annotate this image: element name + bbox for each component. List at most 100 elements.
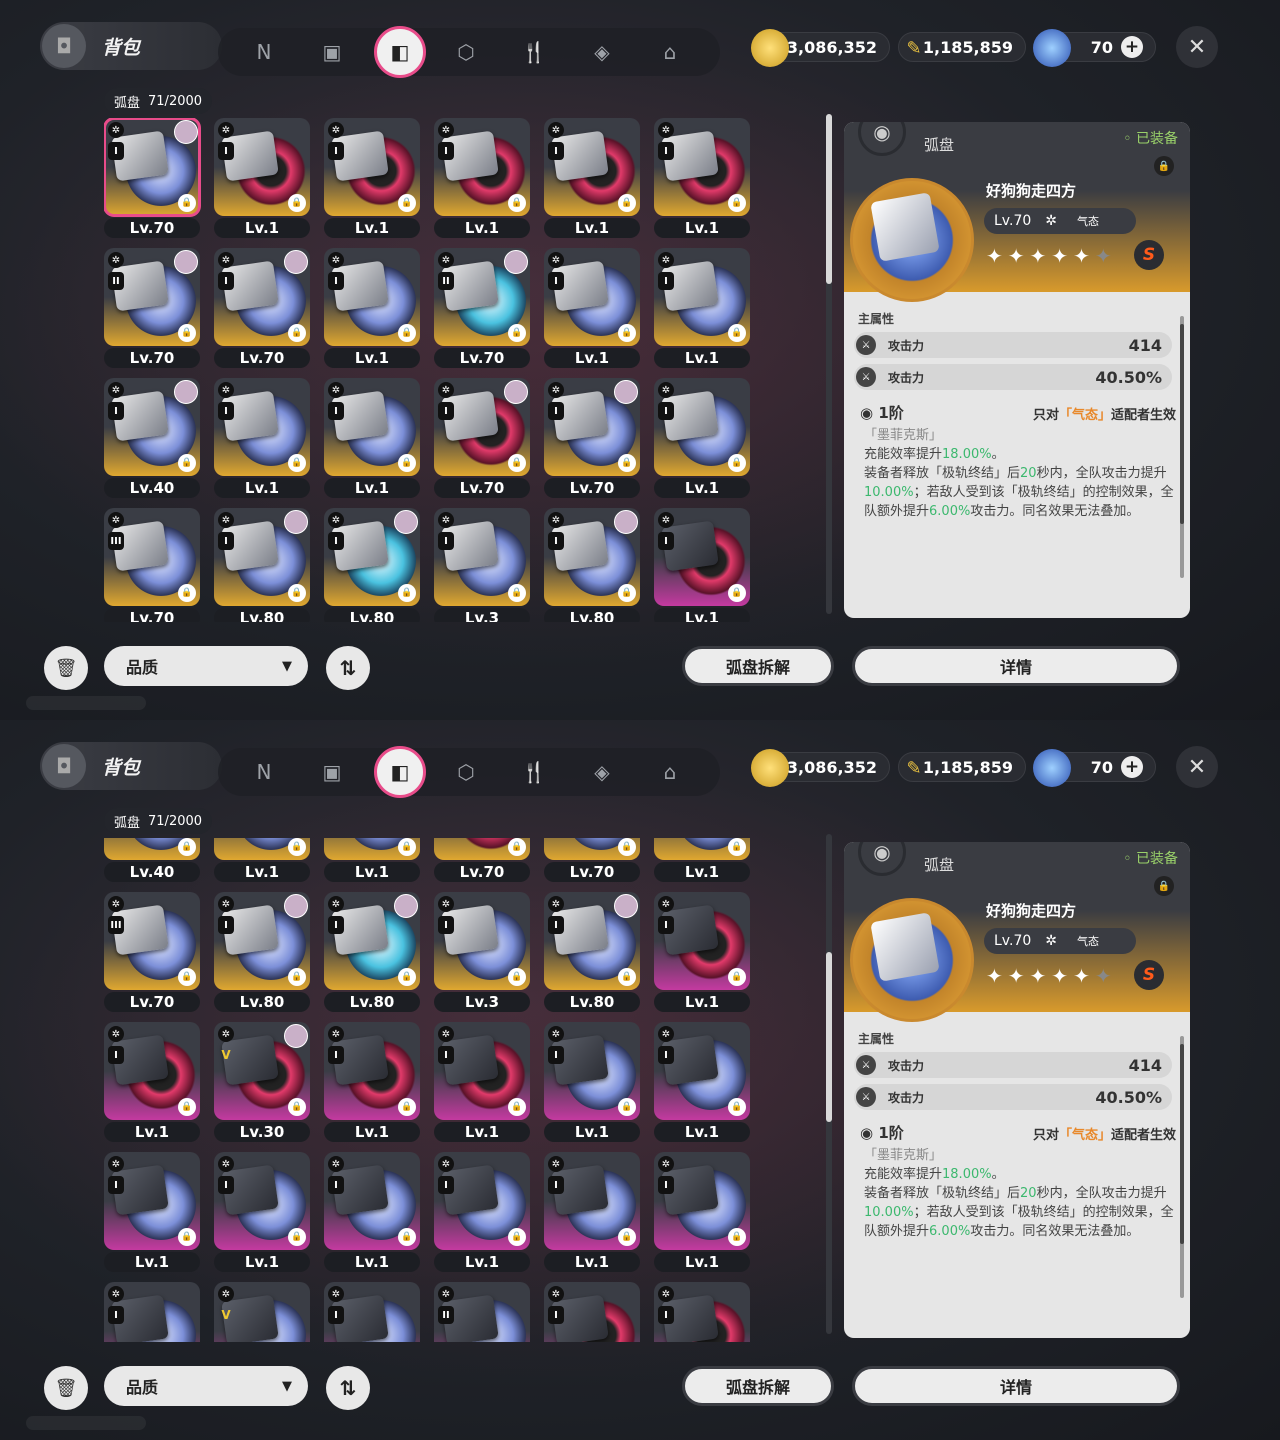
disc-item[interactable]: ✲V🔒	[214, 1282, 310, 1342]
dismantle-button[interactable]: 弧盘拆解	[682, 1366, 834, 1406]
disc-item[interactable]: ✲I🔒Lv.1	[214, 1152, 310, 1272]
disc-item[interactable]: ✲I🔒Lv.1	[654, 508, 750, 622]
disc-item[interactable]: ✲I🔒	[654, 1282, 750, 1342]
tier-note: 只对「气态」适配者生效	[1033, 1124, 1176, 1143]
grid-scrollbar-thumb[interactable]	[826, 952, 832, 1122]
disc-item[interactable]: ✲I🔒Lv.1	[654, 1152, 750, 1272]
tab-disc-icon[interactable]: ◧	[374, 26, 426, 78]
disc-level: Lv.1	[654, 1252, 750, 1272]
sort-dropdown[interactable]: 品质 ▼	[104, 646, 308, 686]
detail-scrollbar[interactable]	[1180, 316, 1184, 578]
disc-item[interactable]: ✲I🔒Lv.1	[654, 378, 750, 498]
tab-device-icon[interactable]: ▣	[312, 752, 352, 792]
disc-item[interactable]: ✲I🔒Lv.1	[324, 1152, 420, 1272]
disc-item[interactable]: ✲ I 🔒 Lv.3	[434, 892, 530, 1012]
details-button[interactable]: 详情	[852, 646, 1180, 686]
tab-device-icon[interactable]: ▣	[312, 32, 352, 72]
tab-item-icon[interactable]: ◈	[582, 752, 622, 792]
tab-home-icon[interactable]: ⌂	[650, 752, 690, 792]
disc-item[interactable]: ✲I🔒Lv.1	[434, 1152, 530, 1272]
disc-item[interactable]: ✲I🔒Lv.1	[324, 378, 420, 498]
grid-scrollbar[interactable]	[826, 114, 832, 614]
lock-toggle-icon[interactable]: 🔒	[1154, 876, 1174, 896]
lock-toggle-icon[interactable]: 🔒	[1154, 156, 1174, 176]
trash-button[interactable]: 🗑	[44, 1366, 88, 1410]
disc-item[interactable]: ✲I🔒Lv.1	[434, 118, 530, 238]
disc-item[interactable]: ✲ II 🔒 Lv.70	[434, 248, 530, 368]
grid-scrollbar[interactable]	[826, 834, 832, 1334]
ticket-currency: ✎ 1,185,859	[898, 752, 1026, 782]
tier-note-type: 「气态」	[1058, 408, 1111, 423]
disc-item[interactable]: ✲I🔒Lv.1	[654, 118, 750, 238]
disc-item[interactable]: ✲ I 🔒 Lv.3	[434, 508, 530, 622]
dismantle-button[interactable]: 弧盘拆解	[682, 646, 834, 686]
sort-order-button[interactable]: ⇅	[326, 646, 370, 690]
disc-item[interactable]: ✲I🔒Lv.70	[104, 118, 201, 238]
disc-item[interactable]: ✲I🔒Lv.1	[324, 118, 420, 238]
effect-line-2: 装备者释放「极轨终结」后20秒内，全队攻击力提升10.00%；若敌人受到该「极轨…	[864, 464, 1174, 521]
disc-item[interactable]: ✲I🔒	[544, 1282, 640, 1342]
tab-home-icon[interactable]: ⌂	[650, 32, 690, 72]
tab-cube-icon[interactable]: ⬡	[446, 752, 486, 792]
disc-item[interactable]: ✲ V 🔒 Lv.30	[214, 1022, 310, 1142]
disc-item[interactable]: ✲ III 🔒 Lv.70	[104, 508, 200, 622]
close-button[interactable]: ✕	[1176, 26, 1218, 68]
disc-item[interactable]: ✲ I 🔒 Lv.80	[214, 508, 310, 622]
disc-item[interactable]: ✲I🔒Lv.1	[214, 838, 310, 882]
disc-item[interactable]: ✲I🔒Lv.1	[544, 118, 640, 238]
disc-item[interactable]: ✲I🔒Lv.1	[544, 1152, 640, 1272]
disc-item[interactable]: ✲I🔒Lv.1	[214, 378, 310, 498]
disc-item[interactable]: ✲I🔒Lv.1	[104, 1022, 200, 1142]
disc-item[interactable]: ✲ I 🔒 Lv.80	[214, 892, 310, 1012]
disc-item[interactable]: ✲I🔒Lv.1	[324, 248, 420, 368]
tab-disc-icon[interactable]: ◧	[374, 746, 426, 798]
disc-item[interactable]: ✲I🔒Lv.1	[324, 1022, 420, 1142]
tab-item-icon[interactable]: ◈	[582, 32, 622, 72]
disc-item[interactable]: ✲II🔒	[434, 1282, 530, 1342]
disc-item[interactable]: ✲I🔒Lv.1	[654, 892, 750, 1012]
disc-item[interactable]: ✲I🔒Lv.40	[104, 838, 200, 882]
disc-item[interactable]: ✲I🔒Lv.1	[654, 1022, 750, 1142]
close-button[interactable]: ✕	[1176, 746, 1218, 788]
detail-scrollbar[interactable]	[1180, 1036, 1184, 1298]
star-icon: ✦	[1051, 964, 1074, 988]
trash-button[interactable]: 🗑	[44, 646, 88, 690]
disc-level: Lv.70	[434, 478, 530, 498]
disc-item[interactable]: ✲I🔒Lv.1	[544, 248, 640, 368]
effect-line-1: 充能效率提升18.00%。	[864, 445, 1174, 464]
disc-item[interactable]: ✲I🔒Lv.70	[214, 248, 310, 368]
details-button[interactable]: 详情	[852, 1366, 1180, 1406]
grid-scrollbar-thumb[interactable]	[826, 114, 832, 284]
sort-order-button[interactable]: ⇅	[326, 1366, 370, 1410]
disc-item[interactable]: ✲ I 🔒 Lv.80	[544, 508, 640, 622]
disc-item[interactable]: ✲I🔒Lv.70	[434, 378, 530, 498]
disc-item[interactable]: ✲I🔒Lv.1	[214, 118, 310, 238]
disc-item[interactable]: ✲I🔒Lv.70	[544, 378, 640, 498]
tab-drive-icon[interactable]: N	[244, 32, 284, 72]
disc-item[interactable]: ✲I🔒Lv.1	[324, 838, 420, 882]
sort-dropdown[interactable]: 品质 ▼	[104, 1366, 308, 1406]
disc-item[interactable]: ✲ I 🔒 Lv.80	[544, 892, 640, 1012]
disc-item[interactable]: ✲ III 🔒 Lv.70	[104, 892, 200, 1012]
disc-item[interactable]: ✲I🔒Lv.1	[544, 1022, 640, 1142]
disc-item[interactable]: ✲I🔒Lv.70	[434, 838, 530, 882]
disc-item[interactable]: ✲I🔒	[104, 1282, 200, 1342]
disc-item[interactable]: ✲ I 🔒 Lv.80	[324, 508, 420, 622]
disc-item[interactable]: ✲ I 🔒 Lv.80	[324, 892, 420, 1012]
disc-item[interactable]: ✲I🔒Lv.1	[654, 838, 750, 882]
tab-food-icon[interactable]: 🍴	[514, 752, 554, 792]
lock-icon: 🔒	[618, 968, 636, 986]
disc-item[interactable]: ✲I🔒	[324, 1282, 420, 1342]
tab-food-icon[interactable]: 🍴	[514, 32, 554, 72]
disc-item[interactable]: ✲ II 🔒 Lv.70	[104, 248, 200, 368]
tab-drive-icon[interactable]: N	[244, 752, 284, 792]
disc-item[interactable]: ✲I🔒Lv.40	[104, 378, 200, 498]
disc-item[interactable]: ✲I🔒Lv.1	[654, 248, 750, 368]
add-battery-button[interactable]: +	[1121, 756, 1143, 778]
type-icon: ✲	[658, 1026, 674, 1042]
disc-item[interactable]: ✲I🔒Lv.1	[434, 1022, 530, 1142]
disc-item[interactable]: ✲I🔒Lv.1	[104, 1152, 200, 1272]
disc-item[interactable]: ✲I🔒Lv.70	[544, 838, 640, 882]
add-battery-button[interactable]: +	[1121, 36, 1143, 58]
tab-cube-icon[interactable]: ⬡	[446, 32, 486, 72]
